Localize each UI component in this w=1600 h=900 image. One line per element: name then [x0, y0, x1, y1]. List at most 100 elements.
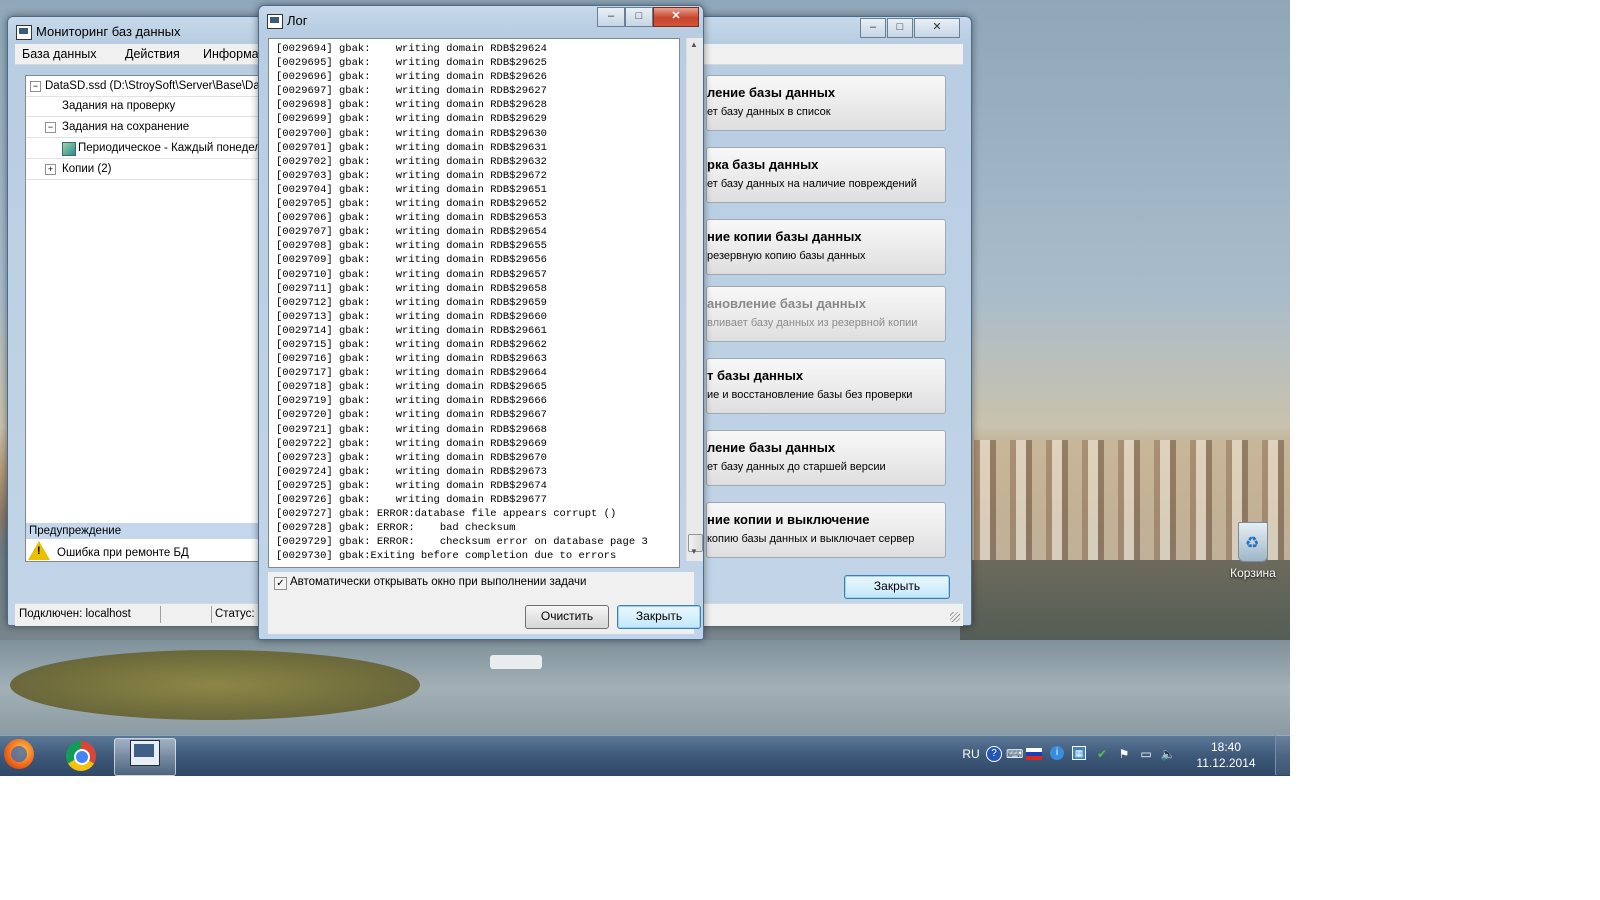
log-line: [0029698] gbak: writing domain RDB$29628: [276, 99, 547, 112]
resize-grip-icon[interactable]: [950, 612, 960, 622]
log-minimize-button[interactable]: –: [597, 7, 625, 27]
log-line: [0029701] gbak: writing domain RDB$29631: [276, 141, 547, 154]
action-upgrade-database[interactable]: ление базы данных ет базу данных до стар…: [706, 430, 946, 486]
log-line: [0029717] gbak: writing domain RDB$29664: [276, 367, 547, 380]
warning-message[interactable]: Ошибка при ремонте БД: [57, 547, 189, 559]
auto-open-label: Автоматически открывать окно при выполне…: [290, 576, 587, 588]
action-restore-database[interactable]: ановление базы данных вливает базу данны…: [706, 286, 946, 342]
action-title: ановление базы данных: [707, 296, 866, 311]
help-icon[interactable]: ?: [986, 746, 1002, 762]
action-backup-shutdown[interactable]: ние копии и выключение копию базы данных…: [706, 502, 946, 558]
log-line: [0029703] gbak: writing domain RDB$29672: [276, 169, 547, 182]
keyboard-icon[interactable]: ⌨: [1006, 746, 1023, 762]
log-lines: [0029694] gbak: writing domain RDB$29624…: [276, 42, 676, 563]
log-line: [0029725] gbak: writing domain RDB$29674: [276, 479, 547, 492]
action-backup-database[interactable]: ние копии базы данных резервную копию ба…: [706, 219, 946, 275]
log-scrollbar[interactable]: ▲ ▼: [686, 38, 703, 561]
log-titlebar[interactable]: Лог – □ ✕: [259, 6, 703, 34]
log-line: [0029720] gbak: writing domain RDB$29667: [276, 409, 547, 422]
action-desc: резервную копию базы данных: [707, 250, 866, 262]
recycle-bin-icon[interactable]: [1238, 522, 1268, 562]
log-line: [0029694] gbak: writing domain RDB$29624: [276, 43, 547, 55]
tree-item-label: Копии (2): [62, 163, 112, 175]
wallpaper-island: [10, 650, 420, 720]
wallpaper-boat: [490, 655, 542, 669]
clock-time: 18:40: [1210, 740, 1242, 754]
log-line: [0029704] gbak: writing domain RDB$29651: [276, 183, 547, 196]
language-indicator[interactable]: RU: [960, 746, 982, 762]
maximize-button[interactable]: □: [887, 18, 913, 38]
log-line: [0029710] gbak: writing domain RDB$29657: [276, 268, 547, 281]
menu-actions[interactable]: Действия: [125, 47, 180, 61]
action-title: ние копии базы данных: [707, 229, 862, 244]
log-line: [0029706] gbak: writing domain RDB$29653: [276, 212, 547, 225]
collapse-icon[interactable]: −: [45, 122, 56, 133]
log-line: [0029715] gbak: writing domain RDB$29662: [276, 338, 547, 351]
action-title: ление базы данных: [707, 440, 836, 455]
chrome-icon[interactable]: [66, 741, 96, 771]
action-desc: вливает базу данных из резервной копии: [707, 317, 918, 329]
action-desc: ет базу данных в список: [707, 106, 831, 118]
tree-item-periodic[interactable]: Периодическое - Каждый понедель: [26, 138, 267, 159]
clear-button[interactable]: Очистить: [525, 605, 609, 629]
tree-item-copies[interactable]: + Копии (2): [26, 159, 266, 180]
log-line: [0029707] gbak: writing domain RDB$29654: [276, 226, 547, 239]
log-line: [0029730] gbak:Exiting before completion…: [276, 550, 617, 563]
action-desc: ет базу данных на наличие повреждений: [707, 178, 917, 190]
action-center-flag-icon[interactable]: ⚑: [1116, 746, 1132, 762]
log-line: [0029699] gbak: writing domain RDB$29629: [276, 113, 547, 126]
main-close-button[interactable]: Закрыть: [844, 575, 950, 599]
collapse-icon[interactable]: −: [30, 81, 41, 92]
scroll-down-icon[interactable]: ▼: [690, 547, 698, 556]
log-line: [0029713] gbak: writing domain RDB$29660: [276, 310, 547, 323]
clock[interactable]: 18:40 11.12.2014: [1196, 739, 1256, 771]
log-close-button[interactable]: Закрыть: [617, 605, 701, 629]
volume-icon[interactable]: 🔈: [1160, 746, 1176, 762]
log-line: [0029728] gbak: ERROR: bad checksum: [276, 522, 516, 535]
status-connection: Подключен: localhost: [19, 608, 131, 620]
recycle-bin[interactable]: Корзина: [1218, 522, 1288, 580]
russian-flag-icon[interactable]: [1026, 748, 1042, 760]
log-line: [0029716] gbak: writing domain RDB$29663: [276, 353, 547, 366]
expand-icon[interactable]: +: [45, 164, 56, 175]
log-window-title: Лог: [287, 13, 308, 28]
log-line: [0029702] gbak: writing domain RDB$29632: [276, 155, 547, 168]
tree-item-save-tasks[interactable]: − Задания на сохранение: [26, 117, 266, 138]
clock-date: 11.12.2014: [1196, 756, 1256, 770]
action-add-database[interactable]: ление базы данных ет базу данных в списо…: [706, 75, 946, 131]
log-close-window-button[interactable]: ✕: [653, 7, 699, 27]
show-desktop-button[interactable]: [1275, 735, 1291, 775]
log-line: [0029724] gbak: writing domain RDB$29673: [276, 465, 547, 478]
log-line: [0029729] gbak: ERROR: checksum error on…: [276, 536, 648, 549]
auto-open-checkbox[interactable]: ✓: [274, 577, 287, 590]
tree-item-label: Задания на проверку: [62, 100, 176, 112]
tree-root[interactable]: − DataSD.ssd (D:\StroySoft\Server\Base\D…: [26, 76, 269, 97]
app-icon: [16, 25, 32, 40]
network-app-icon[interactable]: ▦: [1072, 746, 1086, 760]
close-window-button[interactable]: ✕: [914, 18, 960, 38]
log-window: Лог – □ ✕ [0029694] gbak: writing domain…: [258, 5, 704, 640]
log-line: [0029714] gbak: writing domain RDB$29661: [276, 324, 547, 337]
tree-item-label: Задания на сохранение: [62, 121, 190, 133]
log-text-area[interactable]: [0029694] gbak: writing domain RDB$29624…: [268, 38, 680, 568]
database-tree: − DataSD.ssd (D:\StroySoft\Server\Base\D…: [25, 75, 269, 562]
minimize-button[interactable]: –: [860, 18, 886, 38]
log-app-icon: [267, 14, 283, 29]
network-icon[interactable]: ▭: [1138, 746, 1154, 762]
menu-info[interactable]: Информац: [203, 47, 266, 61]
log-line: [0029722] gbak: writing domain RDB$29669: [276, 437, 547, 450]
log-line: [0029709] gbak: writing domain RDB$29656: [276, 254, 547, 267]
tree-item-check-tasks[interactable]: Задания на проверку: [26, 96, 266, 117]
log-line: [0029696] gbak: writing domain RDB$29626: [276, 71, 547, 84]
action-check-database[interactable]: рка базы данных ет базу данных на наличи…: [706, 147, 946, 203]
db-monitor-icon[interactable]: [130, 740, 160, 766]
menu-database[interactable]: База данных: [22, 47, 96, 61]
security-icon[interactable]: ✔: [1094, 746, 1110, 762]
log-line: [0029719] gbak: writing domain RDB$29666: [276, 395, 547, 408]
firefox-icon[interactable]: [4, 739, 34, 769]
warning-header: Предупреждение: [26, 523, 266, 539]
info-icon[interactable]: i: [1050, 746, 1064, 760]
action-repair-database[interactable]: т базы данных ие и восстановление базы б…: [706, 358, 946, 414]
scroll-up-icon[interactable]: ▲: [690, 40, 698, 49]
log-maximize-button[interactable]: □: [625, 7, 653, 27]
